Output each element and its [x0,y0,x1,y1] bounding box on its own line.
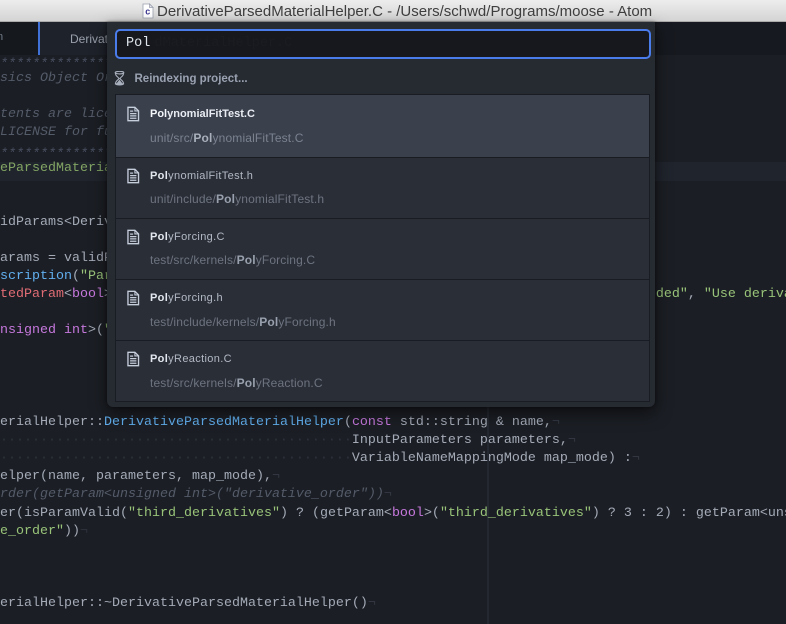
svg-text:c: c [145,7,150,17]
